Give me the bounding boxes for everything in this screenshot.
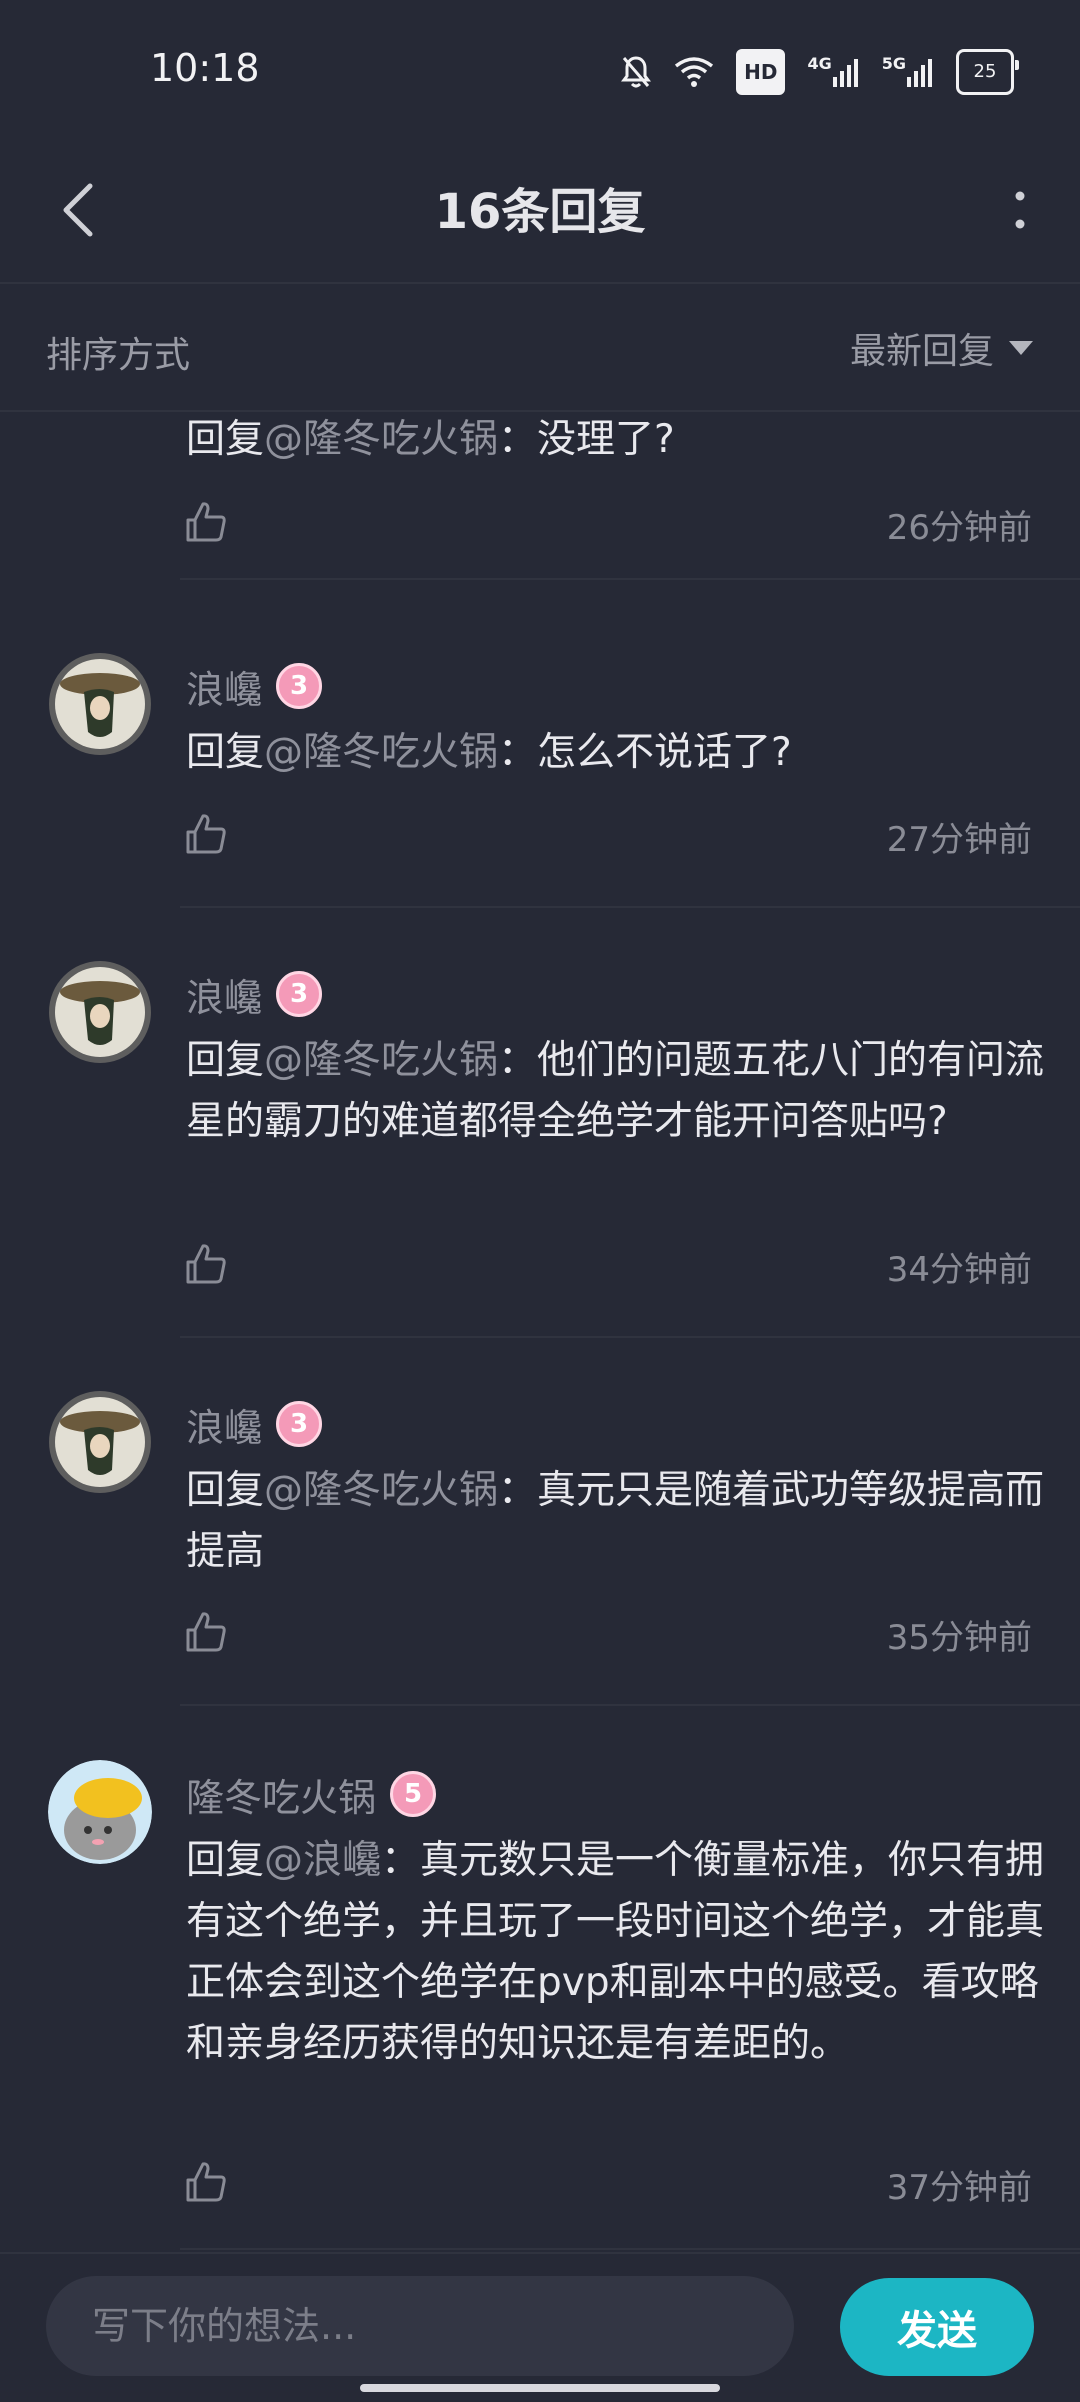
like-button[interactable] (180, 496, 232, 548)
reply-prefix: 回复 (186, 1468, 265, 1513)
like-button[interactable] (180, 1606, 232, 1658)
list-item: 回复@隆冬吃火锅：没理了? 26分钟前 (0, 412, 1080, 590)
header: 16条回复 (0, 140, 1080, 284)
comment-text: 回复@隆冬吃火锅：怎么不说话了? (186, 722, 1046, 783)
hd-badge: HD (736, 49, 786, 95)
username-row: 浪巉 3 (186, 1396, 323, 1452)
reply-content: 没理了? (537, 417, 675, 462)
username-row: 隆冬吃火锅 5 (186, 1766, 437, 1822)
divider (180, 2248, 1080, 2250)
network-4g-label: 4G (807, 54, 832, 73)
comment-text: 回复@隆冬吃火锅：没理了? (186, 412, 1046, 470)
mention-link[interactable]: @隆冬吃火锅 (264, 417, 498, 462)
reply-prefix: 回复 (186, 1838, 265, 1883)
home-indicator[interactable] (360, 2384, 720, 2392)
list-item: 隆冬吃火锅 5 回复@浪巉：真元数只是一个衡量标准，你只有拥有这个绝学，并且玩了… (0, 1730, 1080, 2250)
reply-content: 怎么不说话了? (537, 730, 792, 775)
thumbs-up-icon (186, 814, 226, 854)
divider (180, 1704, 1080, 1706)
reply-input[interactable] (46, 2276, 794, 2376)
comment-text: 回复@隆冬吃火锅：他们的问题五花八门的有问流星的霸刀的难道都得全绝学才能开问答贴… (186, 1030, 1046, 1152)
divider (180, 906, 1080, 908)
username[interactable]: 浪巉 (186, 967, 262, 1022)
level-badge: 3 (276, 663, 323, 709)
divider (180, 578, 1080, 580)
reply-separator: ： (498, 1038, 538, 1083)
username[interactable]: 浪巉 (186, 1397, 262, 1452)
username[interactable]: 浪巉 (186, 659, 262, 714)
sort-bar: 排序方式 最新回复 (0, 284, 1080, 412)
like-button[interactable] (180, 1238, 232, 1290)
list-item: 浪巉 3 回复@隆冬吃火锅：真元只是随着武功等级提高而提高 35分钟前 (0, 1360, 1080, 1730)
avatar[interactable] (48, 1760, 152, 1864)
like-button[interactable] (180, 2156, 232, 2208)
avatar[interactable] (48, 960, 152, 1064)
reply-separator: ： (498, 1468, 538, 1513)
reply-list[interactable]: 回复@隆冬吃火锅：没理了? 26分钟前 浪巉 3 回复@隆冬吃火锅：怎么不说话了… (0, 412, 1080, 2250)
network-5g-label: 5G (881, 54, 906, 73)
avatar[interactable] (48, 652, 152, 756)
comment-time: 34分钟前 (886, 1250, 1032, 1290)
username-row: 浪巉 3 (186, 966, 323, 1022)
more-vertical-icon (1015, 191, 1025, 229)
battery-indicator: 25 (956, 49, 1019, 95)
list-item: 浪巉 3 回复@隆冬吃火锅：怎么不说话了? 27分钟前 (0, 622, 1080, 930)
reply-prefix: 回复 (186, 417, 265, 462)
reply-prefix: 回复 (186, 730, 265, 775)
reply-separator: ： (498, 417, 538, 462)
mention-link[interactable]: @隆冬吃火锅 (264, 1468, 498, 1513)
list-item: 浪巉 3 回复@隆冬吃火锅：他们的问题五花八门的有问流星的霸刀的难道都得全绝学才… (0, 930, 1080, 1360)
comment-time: 26分钟前 (886, 508, 1032, 548)
mention-link[interactable]: @隆冬吃火锅 (264, 730, 498, 775)
send-button[interactable]: 发送 (840, 2278, 1034, 2376)
thumbs-up-icon (186, 502, 226, 542)
reply-separator: ： (381, 1838, 421, 1883)
page-title: 16条回复 (434, 184, 646, 240)
avatar[interactable] (48, 1390, 152, 1494)
mention-link[interactable]: @浪巉 (264, 1838, 381, 1883)
comment-time: 27分钟前 (886, 820, 1032, 860)
bell-off-icon (620, 52, 652, 92)
status-icons: HD 4G 5G 25 (620, 49, 1019, 95)
thumbs-up-icon (186, 1612, 226, 1652)
mention-link[interactable]: @隆冬吃火锅 (264, 1038, 498, 1083)
comment-text: 回复@隆冬吃火锅：真元只是随着武功等级提高而提高 (186, 1460, 1046, 1582)
wifi-icon (674, 52, 714, 92)
signal-4g-icon: 4G (807, 52, 859, 92)
signal-5g-icon: 5G (882, 52, 934, 92)
level-badge: 5 (390, 1771, 437, 1817)
comment-text: 回复@浪巉：真元数只是一个衡量标准，你只有拥有这个绝学，并且玩了一段时间这个绝学… (186, 1830, 1046, 2074)
thumbs-up-icon (186, 1244, 226, 1284)
status-bar: 10:18 HD 4G 5G 25 (0, 0, 1080, 140)
thumbs-up-icon (186, 2162, 226, 2202)
username[interactable]: 隆冬吃火锅 (186, 1767, 376, 1822)
more-options-button[interactable] (990, 170, 1050, 250)
status-time: 10:18 (150, 46, 260, 90)
comment-time: 35分钟前 (886, 1618, 1032, 1658)
sort-label: 排序方式 (46, 335, 191, 376)
sort-dropdown[interactable]: 最新回复 (850, 322, 1034, 374)
level-badge: 3 (276, 971, 323, 1017)
divider (180, 1336, 1080, 1338)
reply-separator: ： (498, 730, 538, 775)
reply-input-bar: 发送 (0, 2252, 1080, 2402)
caret-down-icon (1009, 341, 1033, 355)
username-row: 浪巉 3 (186, 658, 323, 714)
level-badge: 3 (276, 1401, 323, 1447)
reply-prefix: 回复 (186, 1038, 265, 1083)
comment-time: 37分钟前 (886, 2168, 1032, 2208)
like-button[interactable] (180, 808, 232, 860)
sort-selected-value: 最新回复 (849, 331, 994, 372)
